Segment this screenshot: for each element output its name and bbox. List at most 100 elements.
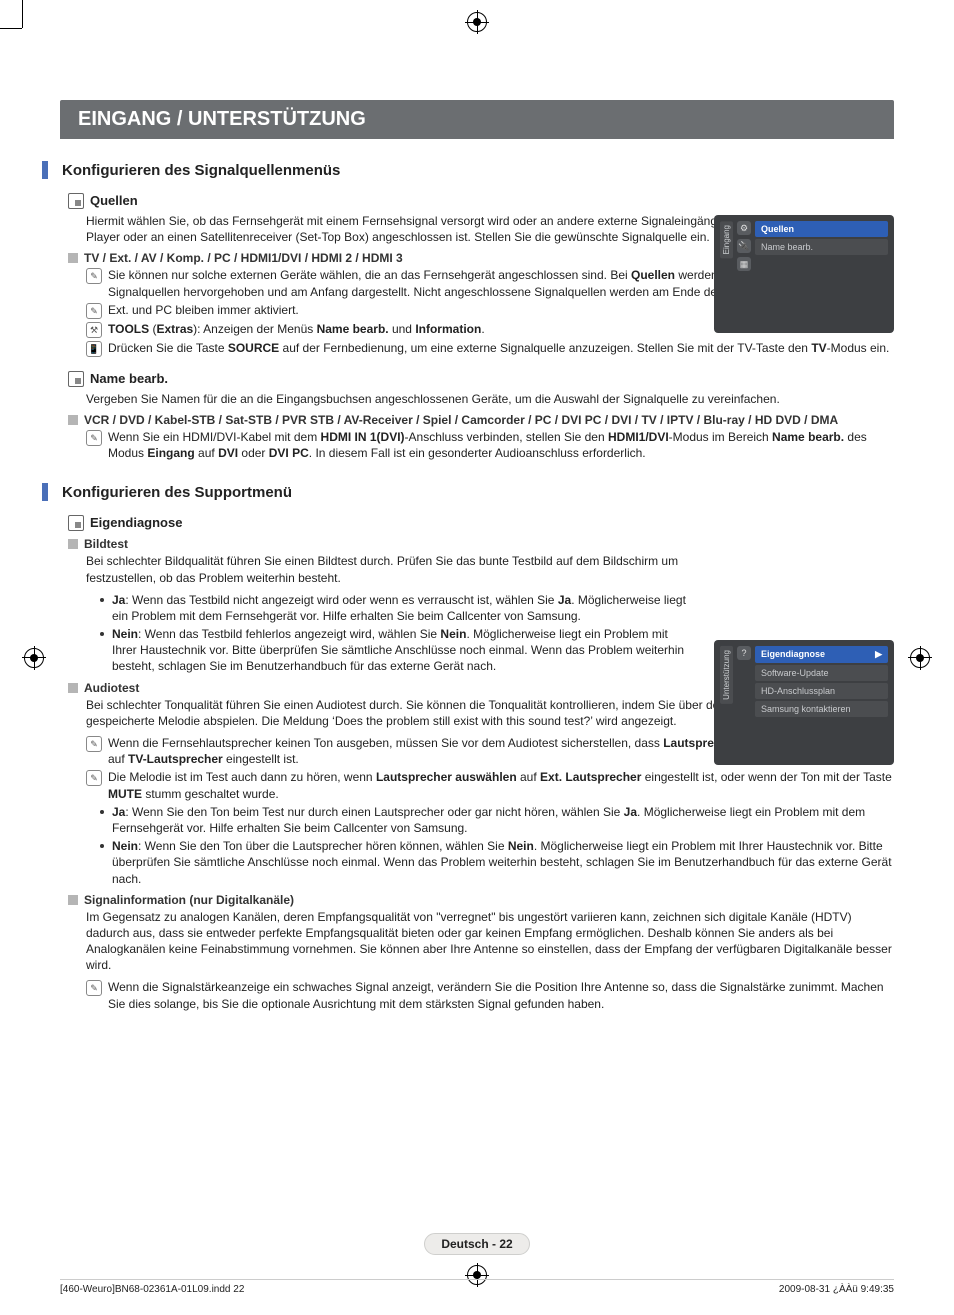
subheading-label: Name bearb. — [90, 371, 168, 387]
gear-icon: ⚙ — [737, 221, 751, 235]
page-number: Deutsch - 22 — [424, 1233, 529, 1255]
chevron-right-icon: ▶ — [875, 649, 882, 660]
note-icon: ✎ — [86, 430, 102, 446]
section-heading: Konfigurieren des Supportmenü — [42, 483, 894, 501]
page-banner: EINGANG / UNTERSTÜTZUNG — [60, 100, 894, 139]
list-item: Signalinformation (nur Digitalkanäle) — [68, 893, 894, 907]
section-heading: Konfigurieren des Signalquellenmenüs — [42, 161, 894, 179]
subheading-label: Quellen — [90, 193, 138, 209]
bullet-line: Nein: Wenn Sie den Ton über die Lautspre… — [100, 838, 894, 887]
body-text: Bei schlechter Bildqualität führen Sie e… — [86, 553, 694, 585]
text: auf — [517, 770, 540, 784]
text-bold: Name bearb. — [317, 322, 389, 336]
bullet-icon — [100, 598, 104, 602]
text: . — [481, 322, 484, 336]
text-bold: Nein — [440, 627, 466, 641]
text: -Modus im Bereich — [669, 430, 772, 444]
osd-row: Name bearb. — [755, 239, 888, 255]
text-bold: TV-Lautsprecher — [128, 752, 223, 766]
body-text: Vergeben Sie Namen für die an die Eingan… — [86, 391, 894, 407]
text: Wenn die Signalstärkeanzeige ein schwach… — [108, 979, 894, 1011]
osd-tab-label: Eingang — [720, 221, 733, 258]
note-line: ✎ Die Melodie ist im Test auch dann zu h… — [86, 769, 894, 801]
registration-mark — [24, 648, 44, 668]
subheading-quellen: Quellen — [68, 193, 894, 209]
square-bullet-icon — [68, 415, 78, 425]
text: -Anschluss verbinden, stellen Sie den — [405, 430, 608, 444]
bullet-line: Ja: Wenn Sie den Ton beim Test nur durch… — [100, 804, 894, 836]
remote-icon: 📱 — [86, 341, 102, 357]
text: : Wenn Sie den Ton beim Test nur durch e… — [125, 805, 623, 819]
square-bullet-icon — [68, 253, 78, 263]
tools-icon: ⚒ — [86, 322, 102, 338]
grid-icon: ▦ — [737, 257, 751, 271]
osd-row-selected: Quellen — [755, 221, 888, 237]
square-bullet-icon — [68, 895, 78, 905]
registration-mark — [467, 12, 487, 32]
text-bold: Nein — [112, 627, 138, 641]
section-heading-label: Konfigurieren des Signalquellenmenüs — [62, 162, 340, 179]
plug-icon: 🔌 — [737, 239, 751, 253]
osd-row: Samsung kontaktieren — [755, 701, 888, 717]
list-item: Bildtest — [68, 537, 894, 551]
text-bold: TV — [811, 341, 826, 355]
text-bold: Ja — [112, 593, 125, 607]
list-item-label: TV / Ext. / AV / Komp. / PC / HDMI1/DVI … — [84, 251, 403, 265]
text: -Modus ein. — [827, 341, 890, 355]
text: eingestellt ist. — [223, 752, 299, 766]
text-bold: Ja — [624, 805, 637, 819]
text: auf — [195, 446, 218, 460]
text: : Wenn das Testbild fehlerlos angezeigt … — [138, 627, 440, 641]
square-bullet-icon — [68, 539, 78, 549]
text: Die Melodie ist im Test auch dann zu hör… — [108, 770, 376, 784]
crop-mark — [0, 28, 22, 29]
text-bold: Ja — [112, 805, 125, 819]
text-bold: Extras — [156, 322, 193, 336]
note-icon: ✎ — [86, 303, 102, 319]
text: Wenn Sie ein HDMI/DVI-Kabel mit dem — [108, 430, 321, 444]
text-bold: Nein — [508, 839, 534, 853]
text: . In diesem Fall ist ein gesonderter Aud… — [309, 446, 646, 460]
question-icon: ? — [737, 646, 751, 660]
text: oder — [238, 446, 269, 460]
bullet-icon — [100, 810, 104, 814]
text: : Wenn Sie den Ton über die Lautsprecher… — [138, 839, 508, 853]
crop-mark — [22, 0, 23, 28]
text: Wenn die Fernsehlautsprecher keinen Ton … — [108, 736, 663, 750]
text-bold: HDMI1/DVI — [608, 430, 669, 444]
osd-row-label: Eigendiagnose — [761, 649, 825, 660]
text-bold: Information — [415, 322, 481, 336]
text-bold: Ja — [558, 593, 571, 607]
subheading-eigendiagnose: Eigendiagnose — [68, 515, 894, 531]
print-footer-right: 2009-08-31 ¿ÀÀü 9:49:35 — [779, 1284, 894, 1295]
subheading-label: Eigendiagnose — [90, 515, 182, 531]
text-bold: Nein — [112, 839, 138, 853]
text: ): Anzeigen der Menüs — [193, 322, 316, 336]
text-bold: Name bearb. — [772, 430, 844, 444]
note-icon: ✎ — [86, 736, 102, 752]
text-bold: MUTE — [108, 787, 142, 801]
osd-preview-eigendiagnose: Unterstützung ? Eigendiagnose ▶ Software… — [714, 640, 894, 765]
text-bold: Eingang — [147, 446, 194, 460]
bullet-icon — [100, 844, 104, 848]
text: eingestellt ist, oder wenn der Ton mit d… — [641, 770, 891, 784]
text-bold: HDMI IN 1(DVI) — [321, 430, 405, 444]
text: auf der Fernbedienung, um eine externe S… — [279, 341, 811, 355]
note-icon: ✎ — [86, 770, 102, 786]
checkbox-icon — [68, 193, 84, 209]
note-line: ✎ Wenn die Signalstärkeanzeige ein schwa… — [86, 979, 894, 1011]
text: Drücken Sie die Taste — [108, 341, 228, 355]
text-bold: TOOLS — [108, 322, 149, 336]
text: : Wenn das Testbild nicht angezeigt wird… — [125, 593, 557, 607]
osd-tab-label: Unterstützung — [720, 646, 733, 704]
text-bold: Ext. Lautsprecher — [540, 770, 641, 784]
checkbox-icon — [68, 371, 84, 387]
list-item-label: Bildtest — [84, 537, 128, 551]
note-line: ✎ Wenn Sie ein HDMI/DVI-Kabel mit dem HD… — [86, 429, 894, 461]
osd-row-selected: Eigendiagnose ▶ — [755, 646, 888, 663]
print-footer-left: [460-Weuro]BN68-02361A-01L09.indd 22 — [60, 1284, 244, 1295]
print-footer: [460-Weuro]BN68-02361A-01L09.indd 22 200… — [60, 1279, 894, 1295]
square-bullet-icon — [68, 683, 78, 693]
registration-mark — [910, 648, 930, 668]
bullet-line: Ja: Wenn das Testbild nicht angezeigt wi… — [100, 592, 694, 624]
